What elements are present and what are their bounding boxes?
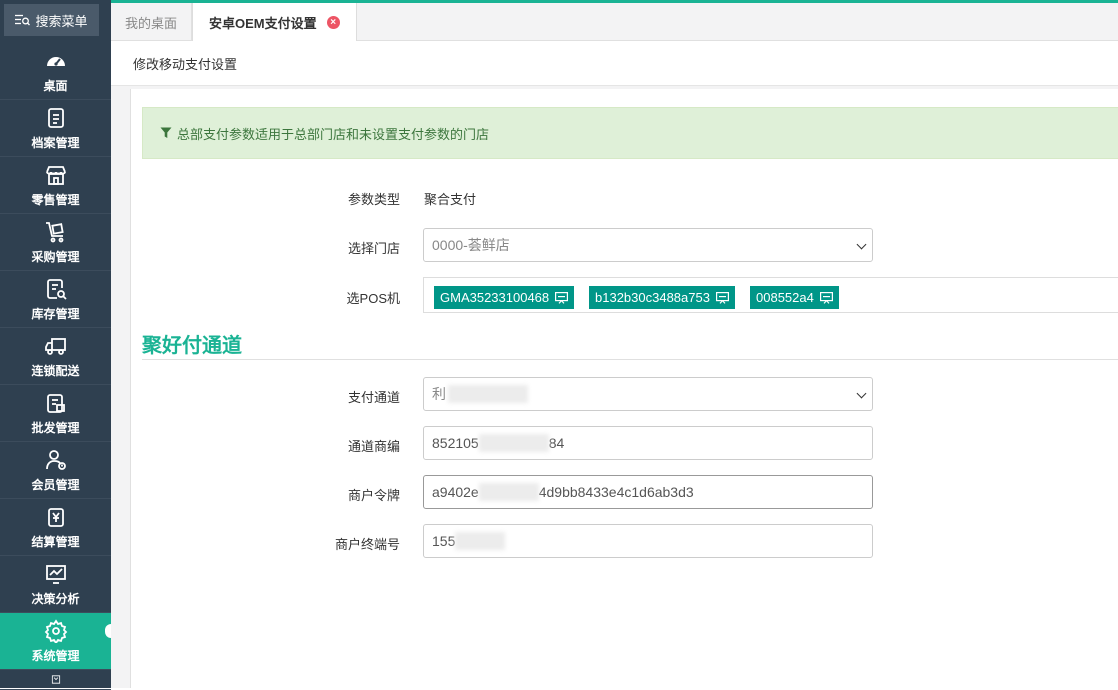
store-label: 选择门店 [347, 241, 400, 256]
redacted-blur [448, 385, 528, 403]
alert-text: 总部支付参数适用于总部门店和未设置支付参数的门店 [177, 126, 490, 142]
tab-oem-payment-settings[interactable]: 安卓OEM支付设置 × [192, 3, 357, 42]
page-title: 修改移动支付设置 [111, 41, 1118, 86]
sidebar-item-label: 档案管理 [31, 135, 80, 150]
sidebar-item-label: 会员管理 [31, 477, 80, 492]
pos-chip[interactable]: GMA35233100468 [434, 286, 575, 309]
terminal-prefix: 155 [432, 533, 456, 549]
sidebar-item-desktop[interactable]: 桌面 [0, 43, 111, 100]
page-title-text: 修改移动支付设置 [133, 56, 238, 72]
section-divider [142, 359, 1118, 360]
pos-label: 选POS机 [346, 291, 400, 306]
search-menu-icon [15, 14, 31, 26]
tab-label: 安卓OEM支付设置 [209, 16, 317, 31]
sidebar-item-label: 采购管理 [31, 249, 80, 264]
pay-channel-value: 利 [432, 386, 446, 402]
member-icon [45, 449, 66, 470]
terminal-label: 商户终端号 [334, 537, 400, 552]
search-menu-label: 搜索菜单 [35, 13, 88, 29]
pos-chip[interactable]: 008552a4 [750, 286, 839, 309]
sidebar-item-retail[interactable]: 零售管理 [0, 157, 111, 214]
store-icon [45, 165, 66, 185]
sidebar-item-label: 结算管理 [31, 534, 80, 549]
sidebar: 搜索菜单 桌面 档案管理 零售管理 采购管理 库存管理 连锁配送 批发管理 会员… [0, 0, 111, 690]
chart-icon [45, 564, 66, 584]
archive-icon [47, 107, 64, 128]
pos-chip-label: GMA35233100468 [440, 290, 550, 305]
token-suffix: 4d9bb8433e4c1d6ab3d3 [538, 484, 694, 500]
store-select-value: 0000-荟鲜店 [432, 237, 510, 253]
pos-device-selector[interactable]: GMA35233100468 b132b30c3488a753 008552a4 [423, 277, 1118, 313]
section-title: 聚好付通道 [142, 335, 242, 357]
token-label: 商户令牌 [347, 488, 400, 503]
sidebar-item-label: 批发管理 [31, 420, 80, 435]
redacted-blur [478, 483, 539, 501]
sidebar-item-purchase[interactable]: 采购管理 [0, 214, 111, 271]
terminal-input[interactable]: 155 [423, 524, 873, 558]
pay-channel-label: 支付通道 [347, 390, 400, 405]
sidebar-item-label: 库存管理 [31, 306, 80, 321]
sidebar-item-member[interactable]: 会员管理 [0, 442, 111, 499]
sidebar-item-analysis[interactable]: 决策分析 [0, 556, 111, 613]
pos-chip[interactable]: b132b30c3488a753 [589, 286, 735, 309]
sidebar-item-more[interactable] [0, 670, 111, 690]
sidebar-item-wholesale[interactable]: 批发管理 [0, 385, 111, 442]
token-input[interactable]: a9402e 4d9bb8433e4c1d6ab3d3 [423, 475, 873, 509]
dashboard-icon [46, 56, 65, 66]
close-icon[interactable]: × [326, 16, 340, 29]
inventory-icon [46, 278, 67, 300]
box-icon [51, 675, 60, 684]
pos-terminal-icon [819, 291, 833, 304]
param-type-label: 参数类型 [347, 192, 400, 207]
pos-terminal-icon [715, 291, 729, 304]
delivery-truck-icon [44, 337, 66, 355]
info-alert: 总部支付参数适用于总部门店和未设置支付参数的门店 [142, 107, 1118, 159]
sidebar-item-label: 零售管理 [31, 192, 80, 207]
tab-my-desktop[interactable]: 我的桌面 [111, 3, 192, 41]
sidebar-item-chain-delivery[interactable]: 连锁配送 [0, 328, 111, 385]
merchant-no-suffix: 84 [548, 435, 565, 451]
sidebar-item-inventory[interactable]: 库存管理 [0, 271, 111, 328]
token-prefix: a9402e [432, 484, 479, 500]
sidebar-item-label: 桌面 [43, 78, 68, 93]
sidebar-item-archive[interactable]: 档案管理 [0, 100, 111, 157]
sidebar-item-settlement[interactable]: 结算管理 [0, 499, 111, 556]
redacted-blur [478, 434, 549, 452]
sidebar-item-label: 决策分析 [31, 591, 80, 606]
sidebar-menu: 桌面 档案管理 零售管理 采购管理 库存管理 连锁配送 批发管理 会员管理 结算… [0, 43, 111, 690]
merchant-no-prefix: 852105 [432, 435, 479, 451]
search-menu-button[interactable]: 搜索菜单 [4, 4, 99, 36]
settlement-icon [47, 507, 64, 527]
merchant-no-label: 通道商编 [347, 439, 400, 454]
sidebar-item-label: 系统管理 [31, 648, 80, 663]
filter-icon [160, 127, 172, 138]
sidebar-item-system[interactable]: 系统管理 [0, 613, 111, 670]
store-select[interactable]: 0000-荟鲜店 [423, 228, 873, 262]
pos-chip-label: b132b30c3488a753 [595, 290, 710, 305]
redacted-blur [455, 532, 506, 550]
tab-label: 我的桌面 [124, 15, 177, 31]
purchase-cart-icon [45, 221, 64, 242]
param-type-value: 聚合支付 [424, 192, 477, 207]
sidebar-item-label: 连锁配送 [31, 363, 80, 378]
pos-terminal-icon [555, 291, 569, 304]
pos-chip-label: 008552a4 [756, 290, 814, 305]
tab-bar: 我的桌面 安卓OEM支付设置 × [111, 3, 1118, 42]
merchant-no-input[interactable]: 852105 84 [423, 426, 873, 460]
pay-channel-select[interactable]: 利 [423, 377, 873, 411]
wholesale-icon [46, 393, 65, 413]
gear-icon [44, 618, 67, 643]
